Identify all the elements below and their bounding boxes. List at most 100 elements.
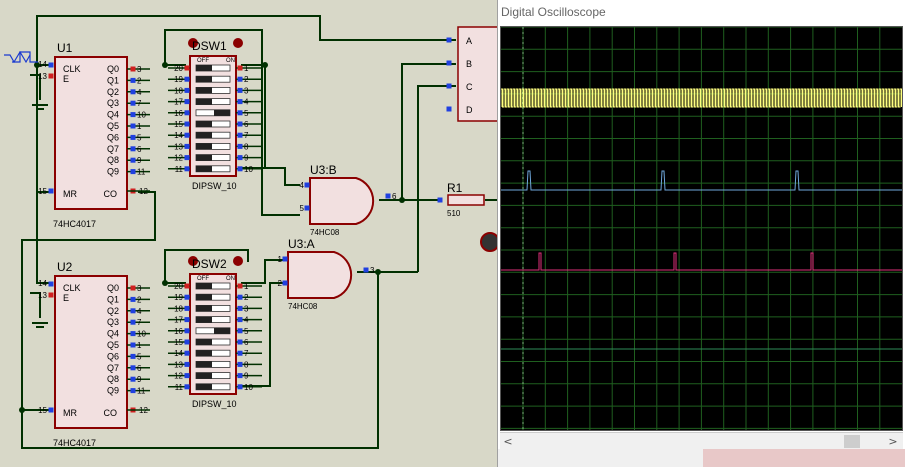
dsw1-switch-lever [196, 143, 212, 150]
pin-marker [184, 384, 190, 390]
u1-output-label: Q2 [107, 87, 119, 97]
dsw2-switch-lever [196, 339, 212, 345]
u1-pin-e-label: E [63, 74, 69, 84]
u2-output-label: Q5 [107, 340, 119, 350]
dsw2-switch-lever [196, 316, 212, 323]
scrollbar-thumb[interactable] [844, 435, 860, 448]
horizontal-scrollbar[interactable]: < > [500, 432, 903, 450]
u1-pin-mr-label: MR [63, 189, 77, 199]
oscilloscope-titlebar[interactable]: Digital Oscilloscope [498, 0, 905, 26]
u2-output-pin-number: 11 [137, 387, 146, 396]
junction-dot [262, 62, 268, 68]
dsw1-right-pin-number: 9 [244, 154, 249, 163]
pin-marker [130, 169, 136, 175]
pin-marker [237, 132, 243, 138]
dsw1-right-pin-number: 8 [244, 142, 249, 151]
pin-marker [48, 407, 54, 413]
dsw1-switch-lever [196, 98, 212, 105]
u2-output-label: Q9 [107, 386, 119, 396]
dsw1-left-pin-number: 18 [174, 86, 183, 95]
u1-output-pin-number: 7 [137, 99, 142, 108]
scope-input-block [457, 26, 499, 122]
pin-marker [184, 155, 190, 161]
junction-dot [162, 280, 168, 286]
dsw1-right-pin-number: 6 [244, 120, 249, 129]
dsw2-off-label: OFF [197, 276, 209, 282]
dsw2-right-knob-icon [233, 256, 243, 266]
u2-part: 74HC4017 [53, 438, 96, 448]
pin-marker [130, 296, 136, 302]
u1-pin-co-label: CO [104, 189, 118, 199]
dsw2-left-pin-number: 17 [174, 316, 183, 325]
pin-marker [130, 353, 136, 359]
dsw1-left-pin-number: 14 [174, 131, 183, 140]
pin-marker [237, 121, 243, 127]
dsw1-switch-lever [214, 109, 230, 116]
components: U174HC4017CLKEMR COQ0 3Q1 2Q2 4Q3 7Q4 10Q5 1Q6 5… [4, 26, 500, 448]
scope-input-label-b: B [466, 59, 472, 69]
r1-body [447, 194, 485, 206]
u3b-pin-number: 4 [300, 181, 305, 190]
scope-input-label-a: A [466, 36, 472, 46]
u2-output-label: Q0 [107, 283, 119, 293]
dsw2-right-pin-number: 4 [244, 316, 249, 325]
oscilloscope-window[interactable]: Digital Oscilloscope < > [497, 0, 905, 467]
pin-marker [184, 361, 190, 367]
dsw1-switch-lever [196, 121, 212, 127]
dsw2-right-pin-number: 1 [244, 282, 249, 291]
oscilloscope-display [500, 26, 902, 430]
pin-marker [184, 87, 190, 93]
scroll-right-icon[interactable]: > [885, 434, 901, 449]
dsw2-right-pin-number: 3 [244, 304, 249, 313]
wire-scope-c [417, 85, 456, 272]
u3a-pin-number: 2 [278, 279, 283, 288]
u1-output-label: Q5 [107, 121, 119, 131]
u3a-ref: U3:A [288, 237, 315, 251]
u2-output-pin-number: 6 [137, 364, 142, 373]
dsw1-right-pin-number: 5 [244, 109, 249, 118]
dsw1-switch-lever [196, 76, 212, 83]
dsw2-left-pin-number: 16 [174, 327, 183, 336]
pin-marker [48, 281, 54, 287]
u2-output-pin-number: 7 [137, 318, 142, 327]
dsw2-right-pin-number: 5 [244, 327, 249, 336]
u3a-part: 74HC08 [288, 302, 318, 311]
u1-output-pin-number: 9 [137, 156, 142, 165]
pin-marker [184, 132, 190, 138]
u1-pin-number: 13 [38, 72, 47, 81]
dsw2-left-pin-number: 18 [174, 304, 183, 313]
pin-marker [446, 60, 452, 66]
scope-input-label-d: D [466, 105, 473, 115]
pin-marker [184, 110, 190, 116]
r1-ref: R1 [447, 181, 463, 195]
pin-marker [237, 305, 243, 311]
dsw2-right-pin-number: 10 [244, 383, 253, 392]
dsw1-ref: DSW1 [192, 39, 227, 53]
pin-marker [130, 308, 136, 314]
u3b-body [309, 177, 375, 225]
oscilloscope-screen[interactable] [500, 26, 903, 431]
window-bottom-strip [498, 449, 905, 467]
u2-output-pin-number: 9 [137, 375, 142, 384]
junction-dot [19, 407, 25, 413]
dsw2-switch-lever [196, 350, 212, 357]
dsw2-left-pin-number: 13 [174, 360, 183, 369]
pin-marker [130, 342, 136, 348]
pin-marker [237, 87, 243, 93]
u3b-ref: U3:B [310, 163, 337, 177]
u1-output-pin-number: 1 [137, 122, 142, 131]
pin-marker [237, 166, 243, 172]
dsw1-switch-lever [196, 65, 212, 71]
dsw2-part: DIPSW_10 [192, 399, 237, 409]
dsw1-right-pin-number: 7 [244, 131, 249, 140]
pin-marker [184, 65, 190, 71]
dsw2-right-pin-number: 6 [244, 338, 249, 347]
u1-pin-number: 14 [38, 60, 47, 69]
pin-marker [130, 376, 136, 382]
pin-marker [237, 110, 243, 116]
pin-marker [237, 143, 243, 149]
dsw2-right-pin-number: 9 [244, 372, 249, 381]
u3a-pin-number: 1 [278, 255, 283, 264]
scroll-left-icon[interactable]: < [500, 434, 516, 449]
u1-output-label: Q4 [107, 110, 119, 120]
